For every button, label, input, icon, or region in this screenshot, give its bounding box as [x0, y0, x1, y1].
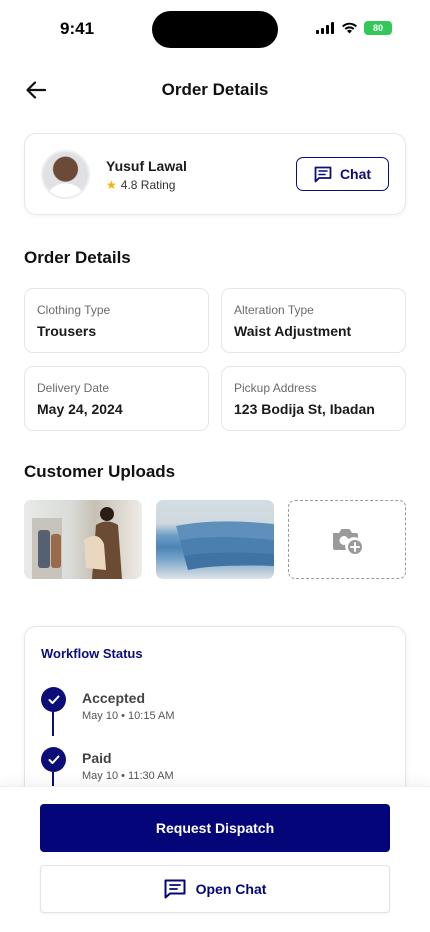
rating-text: 4.8 Rating	[120, 178, 176, 192]
detail-alteration-type: Alteration Type Waist Adjustment	[221, 288, 406, 353]
request-dispatch-button[interactable]: Request Dispatch	[40, 804, 390, 852]
header: Order Details	[0, 70, 430, 110]
avatar	[41, 150, 90, 199]
detail-label: Alteration Type	[234, 303, 314, 317]
add-photo-button[interactable]	[288, 500, 406, 579]
detail-label: Delivery Date	[37, 381, 110, 395]
status-time: 9:41	[60, 19, 95, 38]
workflow-step-accepted: Accepted May 10 • 10:15 AM	[41, 687, 361, 747]
tailor-card: Yusuf Lawal ★ 4.8 Rating Chat	[24, 133, 406, 215]
step-title: Accepted	[82, 690, 146, 706]
detail-clothing-type: Clothing Type Trousers	[24, 288, 209, 353]
tailor-rating: ★ 4.8 Rating	[106, 178, 175, 192]
detail-value: Waist Adjustment	[234, 323, 352, 339]
chat-button-label: Chat	[339, 166, 372, 182]
chat-button[interactable]: Chat	[296, 157, 389, 191]
detail-label: Clothing Type	[37, 303, 111, 317]
wifi-icon	[342, 22, 357, 34]
battery-icon: 80	[364, 21, 392, 35]
step-connector	[52, 712, 54, 736]
page-title: Order Details	[161, 80, 269, 99]
step-time: May 10 • 10:15 AM	[82, 710, 175, 722]
chat-icon	[164, 879, 186, 899]
workflow-title: Workflow Status	[41, 646, 143, 661]
check-icon	[41, 687, 66, 712]
step-title: Paid	[82, 750, 112, 766]
detail-pickup-address: Pickup Address 123 Bodija St, Ibadan	[221, 366, 406, 431]
signal-icon	[316, 22, 334, 34]
detail-delivery-date: Delivery Date May 24, 2024	[24, 366, 209, 431]
upload-photo[interactable]	[24, 500, 142, 579]
tailor-name: Yusuf Lawal	[106, 158, 187, 174]
dynamic-island	[152, 11, 278, 48]
status-icons: 80	[316, 21, 392, 35]
detail-value: May 24, 2024	[37, 401, 123, 417]
order-details-heading: Order Details	[24, 248, 131, 267]
chat-icon	[314, 166, 332, 182]
star-icon: ★	[106, 178, 117, 192]
add-photo-icon	[333, 528, 362, 554]
open-chat-label: Open Chat	[195, 881, 267, 897]
upload-photo[interactable]	[156, 500, 274, 579]
bottom-action-bar: Request Dispatch Open Chat	[0, 786, 430, 932]
battery-level: 80	[372, 23, 383, 33]
step-time: May 10 • 11:30 AM	[82, 770, 174, 782]
customer-uploads-heading: Customer Uploads	[24, 462, 176, 481]
detail-value: Trousers	[37, 323, 97, 339]
status-bar: 9:41 80	[0, 0, 430, 58]
open-chat-button[interactable]: Open Chat	[40, 865, 390, 913]
check-icon	[41, 747, 66, 772]
photo-thumbnail	[32, 507, 122, 579]
photo-thumbnail	[176, 521, 274, 570]
detail-label: Pickup Address	[234, 381, 317, 395]
detail-value: 123 Bodija St, Ibadan	[234, 401, 375, 417]
request-dispatch-label: Request Dispatch	[155, 820, 275, 836]
